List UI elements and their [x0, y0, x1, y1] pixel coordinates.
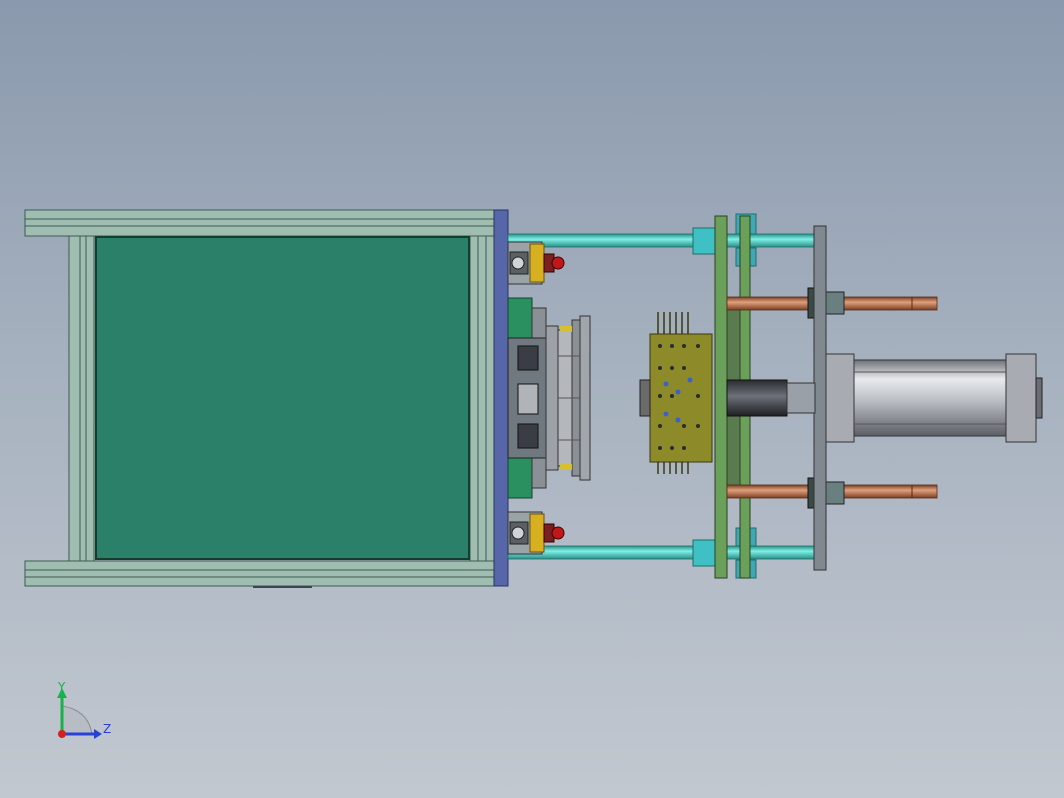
axis-triad: Y Z	[57, 680, 111, 739]
cad-viewport[interactable]: Y Z	[0, 0, 1064, 798]
green-panel	[95, 236, 470, 560]
rear-plate	[813, 225, 827, 571]
circuit-board	[639, 312, 713, 474]
mold-assembly	[507, 297, 591, 499]
assembly-drawing: Y Z	[24, 209, 1043, 739]
moving-plate-1	[714, 215, 728, 579]
z-axis-label: Z	[103, 722, 111, 736]
clamp-top	[507, 241, 565, 285]
frame-top-rail	[24, 209, 498, 237]
y-axis-label: Y	[57, 680, 66, 694]
frame-right-post	[469, 235, 496, 562]
guide-rod-top	[507, 233, 815, 248]
frame-assembly	[24, 209, 498, 588]
frame-left-post	[68, 235, 95, 562]
guide-rod-bottom	[507, 545, 815, 560]
red-knob-icon	[551, 256, 565, 270]
red-knob-icon	[551, 526, 565, 540]
pneumatic-cylinder	[726, 353, 1043, 443]
fixed-platen	[493, 209, 509, 587]
x-axis-icon	[58, 730, 66, 738]
triad-plane-icon	[61, 705, 93, 735]
frame-bottom-rail	[24, 560, 498, 587]
